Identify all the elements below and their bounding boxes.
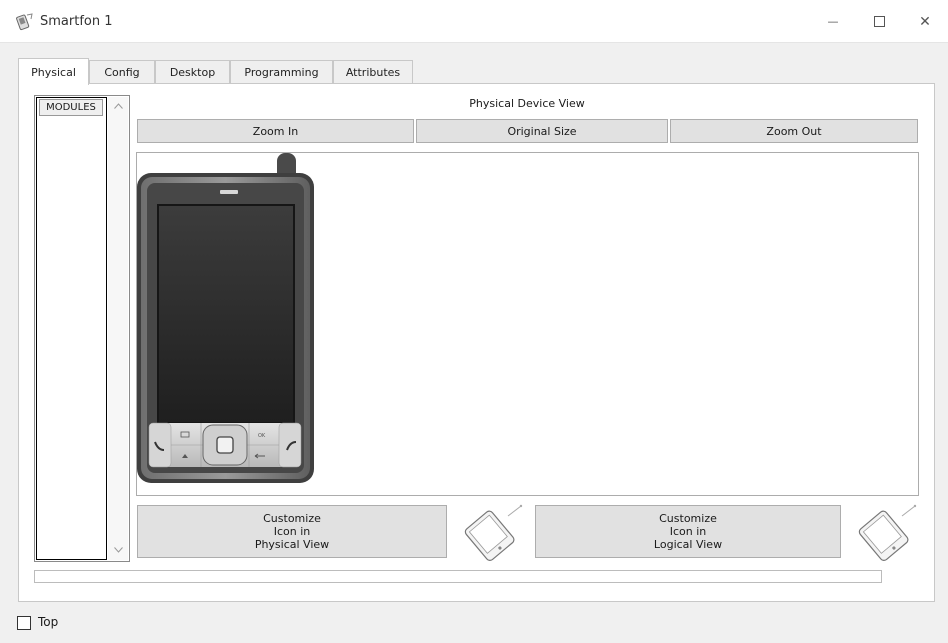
tab-physical[interactable]: Physical bbox=[18, 58, 89, 85]
physical-device-canvas[interactable]: OK bbox=[136, 152, 919, 496]
status-progress-bar bbox=[34, 570, 882, 583]
modules-list[interactable]: MODULES bbox=[36, 97, 107, 560]
close-icon: ✕ bbox=[919, 13, 931, 30]
modules-listbox[interactable]: MODULES bbox=[34, 95, 130, 562]
device-view-title: Physical Device View bbox=[469, 97, 585, 110]
logical-view-device-icon bbox=[858, 504, 917, 561]
minimize-button[interactable]: — bbox=[810, 0, 856, 43]
customize-logical-line-3: Logical View bbox=[653, 538, 723, 551]
modules-scrollbar[interactable] bbox=[108, 97, 128, 560]
customize-logical-icon-button[interactable]: Customize Icon in Logical View bbox=[535, 505, 841, 558]
svg-text:OK: OK bbox=[258, 433, 266, 439]
customize-logical-line-2: Icon in bbox=[669, 525, 707, 538]
tab-attributes[interactable]: Attributes bbox=[333, 60, 413, 84]
customize-logical-line-1: Customize bbox=[659, 512, 717, 525]
pda-app-icon bbox=[16, 13, 33, 31]
original-size-button[interactable]: Original Size bbox=[416, 119, 668, 143]
window-title: Smartfon 1 bbox=[40, 14, 113, 29]
tab-config[interactable]: Config bbox=[89, 60, 155, 84]
minimize-icon: — bbox=[827, 15, 839, 28]
scroll-up-icon[interactable] bbox=[111, 99, 125, 113]
customize-physical-icon-button[interactable]: Customize Icon in Physical View bbox=[137, 505, 447, 558]
physical-view-device-icon bbox=[464, 504, 523, 561]
maximize-icon bbox=[873, 16, 885, 27]
customize-physical-line-3: Physical View bbox=[254, 538, 330, 551]
customize-physical-line-2: Icon in bbox=[273, 525, 311, 538]
modules-list-item[interactable]: MODULES bbox=[39, 99, 103, 116]
scroll-down-icon[interactable] bbox=[111, 543, 125, 557]
tab-programming[interactable]: Programming bbox=[230, 60, 333, 84]
smartphone-device-image[interactable]: OK bbox=[137, 153, 317, 488]
top-checkbox-label[interactable]: Top bbox=[38, 615, 58, 629]
customize-physical-line-1: Customize bbox=[263, 512, 321, 525]
tab-desktop[interactable]: Desktop bbox=[155, 60, 230, 84]
top-checkbox[interactable] bbox=[17, 616, 31, 630]
close-button[interactable]: ✕ bbox=[902, 0, 948, 43]
maximize-button[interactable] bbox=[856, 0, 902, 43]
zoom-in-button[interactable]: Zoom In bbox=[137, 119, 414, 143]
title-bar[interactable]: Smartfon 1 — ✕ bbox=[0, 0, 948, 43]
zoom-out-button[interactable]: Zoom Out bbox=[670, 119, 918, 143]
